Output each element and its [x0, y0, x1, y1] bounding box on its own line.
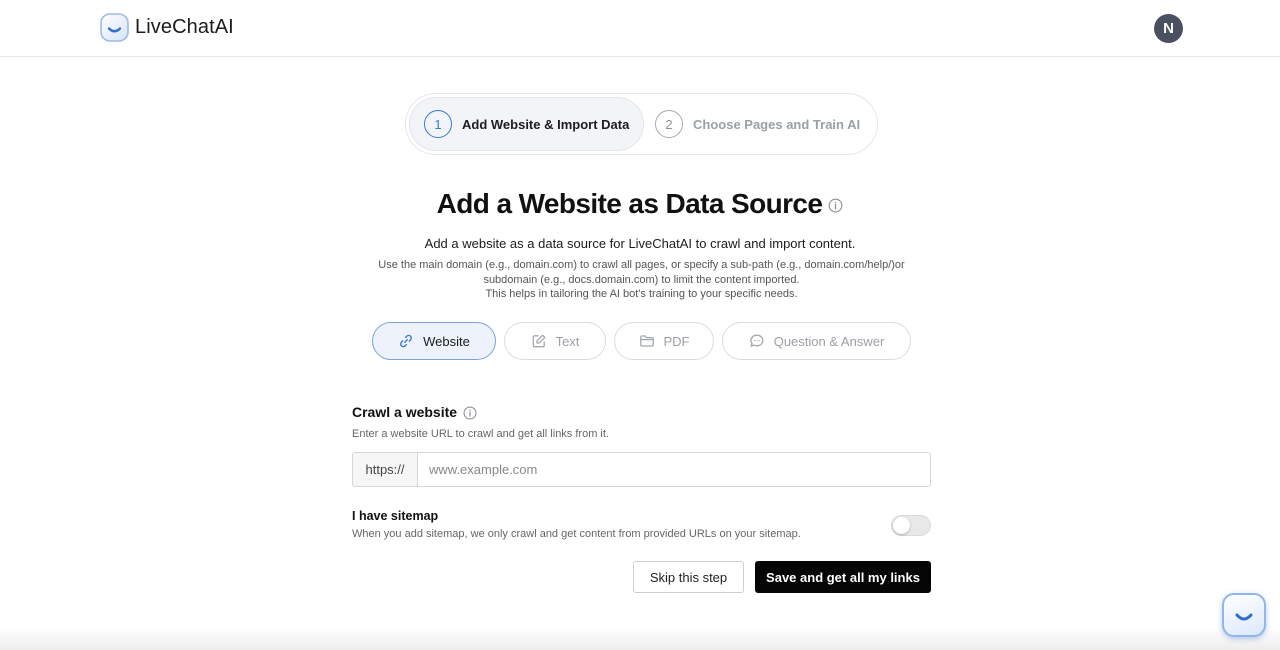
tab-label: Website — [423, 333, 470, 349]
info-icon[interactable] — [463, 406, 477, 420]
logo[interactable]: LiveChatAI — [100, 13, 234, 42]
tab-label: Question & Answer — [773, 333, 885, 349]
help-text: Use the main domain (e.g., domain.com) t… — [360, 258, 923, 302]
top-header: LiveChatAI N — [0, 0, 1280, 57]
user-avatar[interactable]: N — [1154, 14, 1183, 43]
page-title: Add a Website as Data Source — [436, 188, 823, 219]
logo-text: LiveChatAI — [135, 16, 234, 38]
step-choose-pages[interactable]: 2 Choose Pages and Train AI — [655, 97, 875, 151]
sitemap-toggle[interactable] — [891, 515, 931, 536]
step-label: Add Website & Import Data — [462, 116, 630, 132]
chat-bubble-icon — [750, 334, 764, 347]
tab-label: PDF — [663, 333, 690, 349]
chat-launcher-button[interactable] — [1222, 593, 1266, 637]
help-line: Use the main domain (e.g., domain.com) t… — [378, 259, 905, 271]
step-add-website[interactable]: 1 Add Website & Import Data — [409, 97, 644, 151]
sitemap-title: I have sitemap — [352, 509, 439, 523]
step-number: 1 — [424, 110, 452, 138]
smile-chat-icon — [1235, 613, 1253, 621]
tab-pdf[interactable]: PDF — [614, 322, 714, 360]
crawl-heading: Crawl a website — [352, 404, 477, 420]
folder-icon — [639, 335, 654, 347]
crawl-title: Crawl a website — [352, 404, 458, 420]
progress-stepper: 1 Add Website & Import Data 2 Choose Pag… — [405, 93, 878, 155]
help-line: This helps in tailoring the AI bot's tra… — [485, 288, 798, 300]
sitemap-description: When you add sitemap, we only crawl and … — [352, 528, 801, 540]
step-label: Choose Pages and Train AI — [693, 116, 861, 132]
page-title-row: Add a Website as Data Source — [0, 188, 1280, 220]
crawl-description: Enter a website URL to crawl and get all… — [352, 428, 609, 440]
livechatai-logo-icon — [100, 13, 129, 42]
tab-website[interactable]: Website — [372, 322, 496, 360]
edit-icon — [532, 334, 546, 348]
skip-step-button[interactable]: Skip this step — [633, 561, 744, 593]
tab-label: Text — [555, 333, 580, 349]
step-number: 2 — [655, 110, 683, 138]
tab-text[interactable]: Text — [504, 322, 606, 360]
help-line: subdomain (e.g., docs.domain.com) to lim… — [483, 273, 800, 286]
url-prefix: https:// — [353, 453, 418, 486]
save-links-button[interactable]: Save and get all my links — [755, 561, 931, 593]
tab-question-answer[interactable]: Question & Answer — [722, 322, 911, 360]
toggle-knob — [893, 517, 910, 534]
info-icon[interactable] — [828, 198, 843, 213]
bottom-shadow — [0, 628, 1280, 650]
page-subtitle: Add a website as a data source for LiveC… — [424, 236, 856, 251]
website-url-input[interactable] — [418, 453, 930, 486]
url-input-group: https:// — [352, 452, 931, 487]
link-icon — [400, 334, 413, 348]
